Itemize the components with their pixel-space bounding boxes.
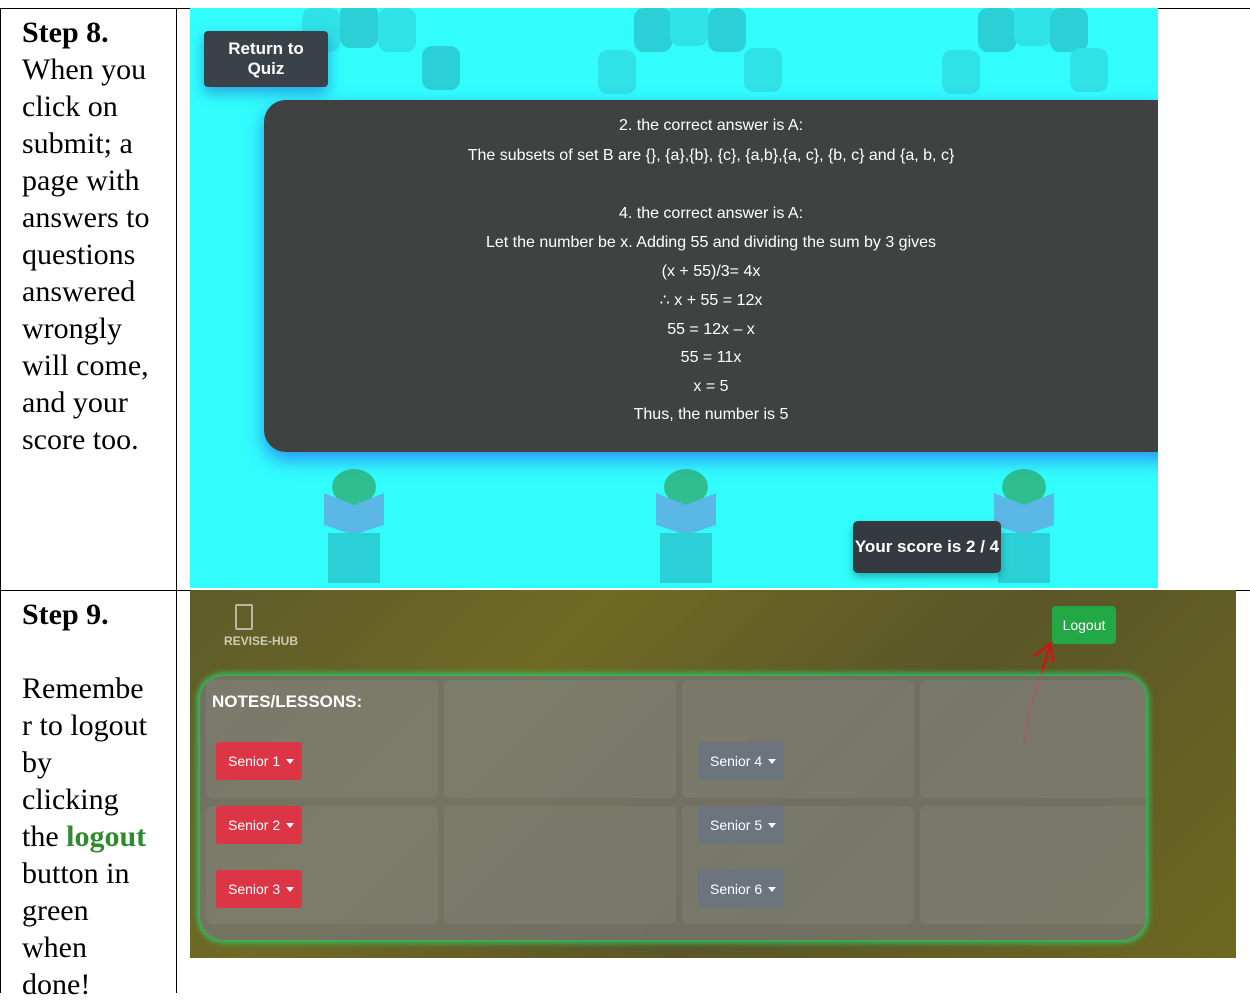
step9-line: r to logout: [22, 709, 147, 742]
step9-line: done!: [22, 968, 91, 1001]
atom-icon: [634, 8, 672, 52]
hexagon-icon: [708, 8, 746, 52]
answer-line: 2. the correct answer is A:: [618, 117, 804, 134]
lightbulb-icon: [340, 8, 378, 48]
step8-line: answers to: [22, 201, 150, 234]
logout-button[interactable]: Logout: [1052, 606, 1116, 644]
senior-label: Senior 2: [228, 817, 281, 833]
step8-title: Step 8.: [22, 16, 109, 49]
senior-6-dropdown[interactable]: Senior 6: [698, 870, 784, 908]
senior-1-dropdown[interactable]: Senior 1: [216, 742, 302, 780]
reading-student-icon: [324, 469, 384, 583]
step8-line: page with: [22, 164, 140, 197]
notebook-image: [682, 680, 914, 798]
caret-down-icon: [768, 886, 777, 892]
step8-line: click on: [22, 90, 118, 123]
answer-line: 55 = 11x: [680, 349, 742, 366]
lightbulb-icon: [670, 8, 708, 46]
answer-line: 4. the correct answer is A:: [618, 205, 804, 222]
answer-line: 55 = 12x – x: [667, 321, 755, 338]
caret-down-icon: [286, 886, 295, 892]
answer-line: ∴ x + 55 = 12x: [659, 292, 763, 309]
step8-line: When you: [22, 53, 147, 86]
score-display: Your score is 2 / 4: [853, 521, 1001, 573]
caret-down-icon: [768, 758, 777, 764]
answer-line: Thus, the number is 5: [633, 406, 789, 423]
caret-down-icon: [286, 822, 295, 828]
notes-lessons-heading: NOTES/LESSONS:: [212, 692, 363, 711]
table-border-divider: [176, 8, 177, 993]
senior-label: Senior 4: [710, 753, 763, 769]
step8-line: questions: [22, 238, 136, 271]
book-icon: [422, 46, 460, 90]
senior-4-dropdown[interactable]: Senior 4: [698, 742, 784, 780]
notebook-image: [444, 806, 676, 924]
step9-line: when: [22, 931, 87, 964]
senior-label: Senior 1: [228, 753, 281, 769]
answer-line: x = 5: [693, 378, 729, 395]
hexagon-icon: [378, 8, 416, 52]
flask-icon: [942, 50, 980, 94]
step9-line-logout: the logout: [22, 818, 172, 855]
notebook-image: [444, 680, 676, 798]
caret-down-icon: [768, 822, 777, 828]
book-icon: [1070, 48, 1108, 92]
step8-line: will come,: [22, 349, 149, 382]
senior-label: Senior 3: [228, 881, 281, 897]
return-to-quiz-button[interactable]: Return to Quiz: [204, 31, 328, 87]
tablet-logo-icon: [235, 604, 253, 630]
logout-highlight: logout: [66, 820, 147, 853]
step8-line: submit; a: [22, 127, 133, 160]
step9-the-word: the: [22, 820, 67, 853]
answer-line: The subsets of set B are {}, {a},{b}, {c…: [467, 147, 955, 164]
step8-line: wrongly: [22, 312, 122, 345]
atom-icon: [978, 8, 1016, 52]
senior-2-dropdown[interactable]: Senior 2: [216, 806, 302, 844]
caret-down-icon: [286, 758, 295, 764]
senior-label: Senior 6: [710, 881, 763, 897]
reading-student-icon: [656, 469, 716, 583]
notes-page-screenshot: REVISE-HUB Logout NOTES/LESSONS: Senior …: [190, 590, 1236, 958]
document-page: Step 8. When you click on submit; a page…: [0, 0, 1250, 1001]
step9-cell: Step 9. Remembe r to logout by clicking …: [22, 596, 172, 1003]
lightbulb-icon: [1014, 8, 1052, 46]
senior-5-dropdown[interactable]: Senior 5: [698, 806, 784, 844]
answer-line: (x + 55)/3= 4x: [661, 263, 761, 280]
senior-3-dropdown[interactable]: Senior 3: [216, 870, 302, 908]
step9-line: Remembe: [22, 672, 144, 705]
hexagon-icon: [1050, 8, 1088, 52]
senior-label: Senior 5: [710, 817, 763, 833]
book-icon: [744, 48, 782, 92]
step9-title: Step 9.: [22, 598, 109, 631]
step8-line: answered: [22, 275, 136, 308]
notebook-image: [920, 680, 1146, 798]
flask-icon: [598, 50, 636, 94]
step9-line: clicking: [22, 783, 119, 816]
notebook-image: [920, 806, 1146, 924]
quiz-results-screenshot: Return to Quiz 2. the correct answer is …: [190, 8, 1158, 588]
step9-line: button in: [22, 857, 130, 890]
notes-lessons-panel: NOTES/LESSONS: Senior 1 Senior 2 Senior …: [200, 676, 1146, 940]
table-border-left: [0, 8, 1, 993]
step8-line: and your: [22, 386, 128, 419]
site-logo-text: REVISE-HUB: [224, 634, 299, 648]
step9-line: green: [22, 894, 89, 927]
step8-line: score too.: [22, 423, 139, 456]
answers-panel: 2. the correct answer is A: The subsets …: [264, 100, 1158, 452]
step9-line: by: [22, 746, 52, 779]
step9-spacer: [22, 633, 172, 670]
step8-cell: Step 8. When you click on submit; a page…: [22, 14, 172, 458]
answer-line: Let the number be x. Adding 55 and divid…: [485, 234, 937, 251]
